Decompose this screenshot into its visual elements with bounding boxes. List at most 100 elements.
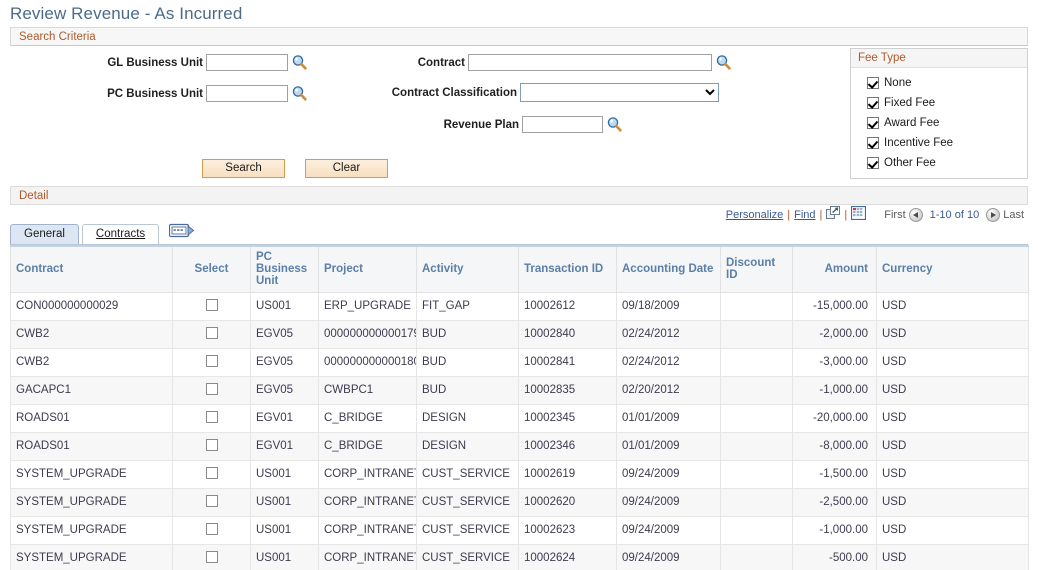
checkbox-incentive-fee[interactable] <box>867 137 879 149</box>
row-select-checkbox[interactable] <box>205 438 218 451</box>
column-header-amount[interactable]: Amount <box>792 245 877 293</box>
column-header-pc-business-unit[interactable]: PC Business Unit <box>250 245 319 293</box>
lookup-magnifier-icon[interactable] <box>715 54 732 71</box>
cell-project: 000000000000179 <box>318 319 417 349</box>
pc-business-unit-input[interactable] <box>206 85 288 102</box>
tab-contracts[interactable]: Contracts <box>81 224 160 244</box>
lookup-magnifier-icon[interactable] <box>291 54 308 71</box>
last-page-link[interactable]: Last <box>1003 209 1024 221</box>
download-to-excel-icon[interactable] <box>826 206 841 223</box>
row-select-checkbox[interactable] <box>205 466 218 479</box>
cell-pc-business-unit: US001 <box>250 459 319 489</box>
fee-type-label-fixed-fee: Fixed Fee <box>884 97 936 109</box>
cell-activity: CUST_SERVICE <box>416 515 519 545</box>
row-select-checkbox[interactable] <box>205 354 218 367</box>
row-select-checkbox[interactable] <box>205 522 218 535</box>
cell-accounting-date: 09/24/2009 <box>616 515 721 545</box>
column-header-currency[interactable]: Currency <box>876 245 1029 293</box>
pc-business-unit-row: PC Business Unit <box>96 85 308 102</box>
personalize-link[interactable]: Personalize <box>726 209 783 221</box>
tab-general[interactable]: General <box>10 224 79 244</box>
cell-currency: USD <box>876 487 1029 517</box>
pc-business-unit-label: PC Business Unit <box>107 87 203 100</box>
fee-type-title: Fee Type <box>851 49 1027 68</box>
checkbox-none[interactable] <box>867 77 879 89</box>
cell-accounting-date: 02/20/2012 <box>616 375 721 405</box>
fee-type-option-award-fee[interactable]: Award Fee <box>867 113 1027 133</box>
row-select-checkbox[interactable] <box>205 382 218 395</box>
cell-contract: CWB2 <box>10 319 173 349</box>
cell-currency: USD <box>876 375 1029 405</box>
cell-transaction-id: 10002624 <box>518 543 617 570</box>
cell-contract: CWB2 <box>10 347 173 377</box>
clear-button[interactable]: Clear <box>305 159 388 178</box>
find-link[interactable]: Find <box>794 209 815 221</box>
cell-project: CWBPC1 <box>318 375 417 405</box>
show-all-columns-icon[interactable] <box>169 223 195 242</box>
view-grid-icon[interactable] <box>851 205 867 223</box>
contract-classification-label: Contract Classification <box>391 86 517 99</box>
fee-type-option-other-fee[interactable]: Other Fee <box>867 153 1027 173</box>
table-row: SYSTEM_UPGRADE US001 CORP_INTRANET CUST_SER… <box>10 487 1029 517</box>
table-row: ROADS01 EGV01 C_BRIDGE DESIGN 10002345 01/01/… <box>10 403 1029 433</box>
fee-type-option-incentive-fee[interactable]: Incentive Fee <box>867 133 1027 153</box>
row-select-checkbox[interactable] <box>205 494 218 507</box>
contract-input[interactable] <box>468 54 712 71</box>
column-header-project[interactable]: Project <box>318 245 417 293</box>
column-header-contract[interactable]: Contract <box>10 245 173 293</box>
cell-amount: -500.00 <box>792 543 877 570</box>
grid-header-row: Contract Select PC Business Unit Project… <box>10 245 1029 293</box>
contract-classification-select[interactable] <box>520 83 719 102</box>
cell-transaction-id: 10002345 <box>518 403 617 433</box>
checkbox-fixed-fee[interactable] <box>867 97 879 109</box>
column-header-transaction-id[interactable]: Transaction ID <box>518 245 617 293</box>
cell-transaction-id: 10002841 <box>518 347 617 377</box>
fee-type-option-none[interactable]: None <box>867 73 1027 93</box>
previous-page-icon[interactable] <box>908 207 923 222</box>
revenue-plan-label: Revenue Plan <box>443 118 519 131</box>
fee-type-option-fixed-fee[interactable]: Fixed Fee <box>867 93 1027 113</box>
search-criteria-body: GL Business Unit PC Business Unit Contra… <box>10 46 1028 186</box>
cell-amount: -2,000.00 <box>792 319 877 349</box>
column-header-activity[interactable]: Activity <box>416 245 519 293</box>
cell-currency: USD <box>876 459 1029 489</box>
cell-amount: -1,000.00 <box>792 515 877 545</box>
cell-accounting-date: 09/24/2009 <box>616 459 721 489</box>
cell-activity: CUST_SERVICE <box>416 459 519 489</box>
cell-contract: GACAPC1 <box>10 375 173 405</box>
cell-accounting-date: 09/18/2009 <box>616 291 721 321</box>
row-select-checkbox[interactable] <box>205 326 218 339</box>
cell-amount: -1,500.00 <box>792 459 877 489</box>
lookup-magnifier-icon[interactable] <box>291 85 308 102</box>
next-page-icon[interactable] <box>986 207 1001 222</box>
cell-activity: CUST_SERVICE <box>416 487 519 517</box>
cell-discount-id <box>720 431 793 461</box>
column-header-discount-id[interactable]: Discount ID <box>720 245 793 293</box>
table-row: CON000000000029 US001 ERP_UPGRADE FIT_GAP 10… <box>10 291 1029 321</box>
toolbar-separator: | <box>819 208 823 221</box>
detail-header: Detail <box>10 186 1028 205</box>
column-header-accounting-date[interactable]: Accounting Date <box>616 245 721 293</box>
cell-pc-business-unit: US001 <box>250 515 319 545</box>
table-row: SYSTEM_UPGRADE US001 CORP_INTRANET CUST_SER… <box>10 515 1029 545</box>
first-page-link[interactable]: First <box>884 209 905 221</box>
action-buttons: Search Clear <box>202 159 388 178</box>
cell-activity: BUD <box>416 319 519 349</box>
lookup-magnifier-icon[interactable] <box>606 116 623 133</box>
column-header-select[interactable]: Select <box>172 245 251 293</box>
cell-currency: USD <box>876 431 1029 461</box>
row-select-checkbox[interactable] <box>205 298 218 311</box>
search-button[interactable]: Search <box>202 159 285 178</box>
revenue-plan-input[interactable] <box>522 116 603 133</box>
table-row: SYSTEM_UPGRADE US001 CORP_INTRANET CUST_SER… <box>10 459 1029 489</box>
gl-business-unit-input[interactable] <box>206 54 288 71</box>
row-select-checkbox[interactable] <box>205 550 218 563</box>
row-select-checkbox[interactable] <box>205 410 218 423</box>
cell-contract: SYSTEM_UPGRADE <box>10 515 173 545</box>
cell-contract: CON000000000029 <box>10 291 173 321</box>
cell-pc-business-unit: EGV05 <box>250 347 319 377</box>
checkbox-other-fee[interactable] <box>867 157 879 169</box>
cell-discount-id <box>720 487 793 517</box>
cell-discount-id <box>720 459 793 489</box>
checkbox-award-fee[interactable] <box>867 117 879 129</box>
